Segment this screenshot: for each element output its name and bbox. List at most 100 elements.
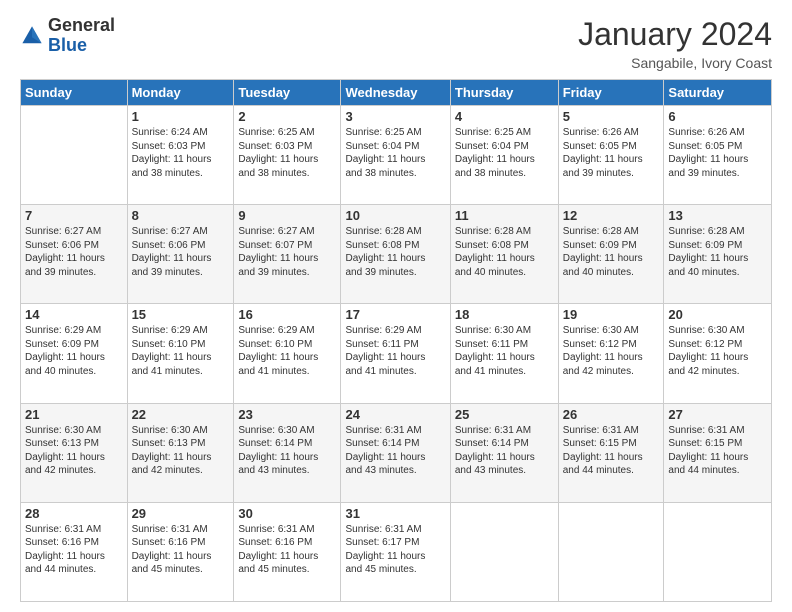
day-number: 28 (25, 506, 123, 521)
week-row-2: 7 Sunrise: 6:27 AM Sunset: 6:06 PM Daylig… (21, 205, 772, 304)
day-info: Sunrise: 6:30 AM Sunset: 6:13 PM Dayligh… (25, 424, 123, 478)
day-cell (21, 106, 128, 205)
day-number: 26 (563, 407, 660, 422)
day-cell (450, 502, 558, 601)
week-row-4: 21 Sunrise: 6:30 AM Sunset: 6:13 PM Dayli… (21, 403, 772, 502)
day-number: 18 (455, 307, 554, 322)
day-info: Sunrise: 6:29 AM Sunset: 6:09 PM Dayligh… (25, 324, 123, 378)
day-info: Sunrise: 6:28 AM Sunset: 6:09 PM Dayligh… (668, 225, 767, 279)
day-number: 25 (455, 407, 554, 422)
page: General Blue January 2024 Sangabile, Ivo… (0, 0, 792, 612)
logo-icon (20, 24, 44, 48)
weekday-header-thursday: Thursday (450, 80, 558, 106)
day-number: 21 (25, 407, 123, 422)
day-info: Sunrise: 6:31 AM Sunset: 6:14 PM Dayligh… (345, 424, 445, 478)
day-cell: 2Sunrise: 6:25 AM Sunset: 6:03 PM Daylig… (234, 106, 341, 205)
day-cell: 7Sunrise: 6:27 AM Sunset: 6:06 PM Daylig… (21, 205, 128, 304)
weekday-header-sunday: Sunday (21, 80, 128, 106)
day-cell: 17 Sunrise: 6:29 AM Sunset: 6:11 PM Dayli… (341, 304, 450, 403)
day-cell: 18 Sunrise: 6:30 AM Sunset: 6:11 PM Dayli… (450, 304, 558, 403)
day-number: 10 (345, 208, 445, 223)
day-cell: 19 Sunrise: 6:30 AM Sunset: 6:12 PM Dayli… (558, 304, 664, 403)
day-number: 16 (238, 307, 336, 322)
day-cell: 9 Sunrise: 6:27 AM Sunset: 6:07 PM Daylig… (234, 205, 341, 304)
weekday-header-monday: Monday (127, 80, 234, 106)
day-info: Sunrise: 6:25 AM Sunset: 6:04 PM Dayligh… (455, 126, 554, 180)
day-info: Sunrise: 6:31 AM Sunset: 6:16 PM Dayligh… (238, 523, 336, 577)
day-info: Sunrise: 6:30 AM Sunset: 6:14 PM Dayligh… (238, 424, 336, 478)
day-info: Sunrise: 6:30 AM Sunset: 6:12 PM Dayligh… (668, 324, 767, 378)
day-info: Sunrise: 6:31 AM Sunset: 6:14 PM Dayligh… (455, 424, 554, 478)
logo: General Blue (20, 16, 115, 56)
day-cell: 26 Sunrise: 6:31 AM Sunset: 6:15 PM Dayli… (558, 403, 664, 502)
day-number: 4 (455, 109, 554, 124)
day-number: 23 (238, 407, 336, 422)
day-cell: 12Sunrise: 6:28 AM Sunset: 6:09 PM Dayli… (558, 205, 664, 304)
day-cell: 1 Sunrise: 6:24 AM Sunset: 6:03 PM Daylig… (127, 106, 234, 205)
day-number: 1 (132, 109, 230, 124)
week-row-3: 14 Sunrise: 6:29 AM Sunset: 6:09 PM Dayli… (21, 304, 772, 403)
day-cell: 14 Sunrise: 6:29 AM Sunset: 6:09 PM Dayli… (21, 304, 128, 403)
logo-text: General Blue (48, 16, 115, 56)
day-info: Sunrise: 6:31 AM Sunset: 6:15 PM Dayligh… (668, 424, 767, 478)
day-cell: 15Sunrise: 6:29 AM Sunset: 6:10 PM Dayli… (127, 304, 234, 403)
header: General Blue January 2024 Sangabile, Ivo… (20, 16, 772, 71)
day-number: 12 (563, 208, 660, 223)
day-info: Sunrise: 6:30 AM Sunset: 6:11 PM Dayligh… (455, 324, 554, 378)
day-cell: 4 Sunrise: 6:25 AM Sunset: 6:04 PM Daylig… (450, 106, 558, 205)
day-number: 3 (345, 109, 445, 124)
day-info: Sunrise: 6:30 AM Sunset: 6:12 PM Dayligh… (563, 324, 660, 378)
day-number: 14 (25, 307, 123, 322)
day-number: 22 (132, 407, 230, 422)
day-cell: 25 Sunrise: 6:31 AM Sunset: 6:14 PM Dayli… (450, 403, 558, 502)
day-number: 8 (132, 208, 230, 223)
day-cell: 3 Sunrise: 6:25 AM Sunset: 6:04 PM Daylig… (341, 106, 450, 205)
day-info: Sunrise: 6:27 AM Sunset: 6:07 PM Dayligh… (238, 225, 336, 279)
day-number: 11 (455, 208, 554, 223)
day-number: 17 (345, 307, 445, 322)
day-info: Sunrise: 6:31 AM Sunset: 6:16 PM Dayligh… (132, 523, 230, 577)
calendar-body: 1 Sunrise: 6:24 AM Sunset: 6:03 PM Daylig… (21, 106, 772, 602)
day-info: Sunrise: 6:27 AM Sunset: 6:06 PM Dayligh… (132, 225, 230, 279)
day-cell: 8 Sunrise: 6:27 AM Sunset: 6:06 PM Daylig… (127, 205, 234, 304)
day-info: Sunrise: 6:26 AM Sunset: 6:05 PM Dayligh… (563, 126, 660, 180)
day-info: Sunrise: 6:31 AM Sunset: 6:15 PM Dayligh… (563, 424, 660, 478)
title-section: January 2024 Sangabile, Ivory Coast (578, 16, 772, 71)
day-number: 7 (25, 208, 123, 223)
day-number: 9 (238, 208, 336, 223)
day-number: 6 (668, 109, 767, 124)
day-info: Sunrise: 6:31 AM Sunset: 6:17 PM Dayligh… (345, 523, 445, 577)
day-cell: 11Sunrise: 6:28 AM Sunset: 6:08 PM Dayli… (450, 205, 558, 304)
weekday-header-row: SundayMondayTuesdayWednesdayThursdayFrid… (21, 80, 772, 106)
day-cell: 31 Sunrise: 6:31 AM Sunset: 6:17 PM Dayli… (341, 502, 450, 601)
weekday-header-friday: Friday (558, 80, 664, 106)
day-info: Sunrise: 6:28 AM Sunset: 6:08 PM Dayligh… (345, 225, 445, 279)
month-year: January 2024 (578, 16, 772, 53)
day-number: 5 (563, 109, 660, 124)
day-cell: 21 Sunrise: 6:30 AM Sunset: 6:13 PM Dayli… (21, 403, 128, 502)
day-cell: 10 Sunrise: 6:28 AM Sunset: 6:08 PM Dayli… (341, 205, 450, 304)
day-cell: 13 Sunrise: 6:28 AM Sunset: 6:09 PM Dayli… (664, 205, 772, 304)
weekday-header-wednesday: Wednesday (341, 80, 450, 106)
day-info: Sunrise: 6:25 AM Sunset: 6:03 PM Dayligh… (238, 126, 336, 180)
day-number: 27 (668, 407, 767, 422)
day-info: Sunrise: 6:30 AM Sunset: 6:13 PM Dayligh… (132, 424, 230, 478)
day-info: Sunrise: 6:25 AM Sunset: 6:04 PM Dayligh… (345, 126, 445, 180)
day-cell: 6Sunrise: 6:26 AM Sunset: 6:05 PM Daylig… (664, 106, 772, 205)
day-number: 31 (345, 506, 445, 521)
week-row-5: 28 Sunrise: 6:31 AM Sunset: 6:16 PM Dayli… (21, 502, 772, 601)
day-cell: 28 Sunrise: 6:31 AM Sunset: 6:16 PM Dayli… (21, 502, 128, 601)
day-cell: 23 Sunrise: 6:30 AM Sunset: 6:14 PM Dayli… (234, 403, 341, 502)
logo-blue: Blue (48, 35, 87, 55)
day-cell: 16Sunrise: 6:29 AM Sunset: 6:10 PM Dayli… (234, 304, 341, 403)
day-info: Sunrise: 6:29 AM Sunset: 6:10 PM Dayligh… (132, 324, 230, 378)
day-number: 19 (563, 307, 660, 322)
day-info: Sunrise: 6:29 AM Sunset: 6:11 PM Dayligh… (345, 324, 445, 378)
day-cell (664, 502, 772, 601)
day-cell: 5 Sunrise: 6:26 AM Sunset: 6:05 PM Daylig… (558, 106, 664, 205)
day-cell: 20Sunrise: 6:30 AM Sunset: 6:12 PM Dayli… (664, 304, 772, 403)
day-info: Sunrise: 6:31 AM Sunset: 6:16 PM Dayligh… (25, 523, 123, 577)
day-number: 13 (668, 208, 767, 223)
logo-general: General (48, 15, 115, 35)
day-info: Sunrise: 6:24 AM Sunset: 6:03 PM Dayligh… (132, 126, 230, 180)
